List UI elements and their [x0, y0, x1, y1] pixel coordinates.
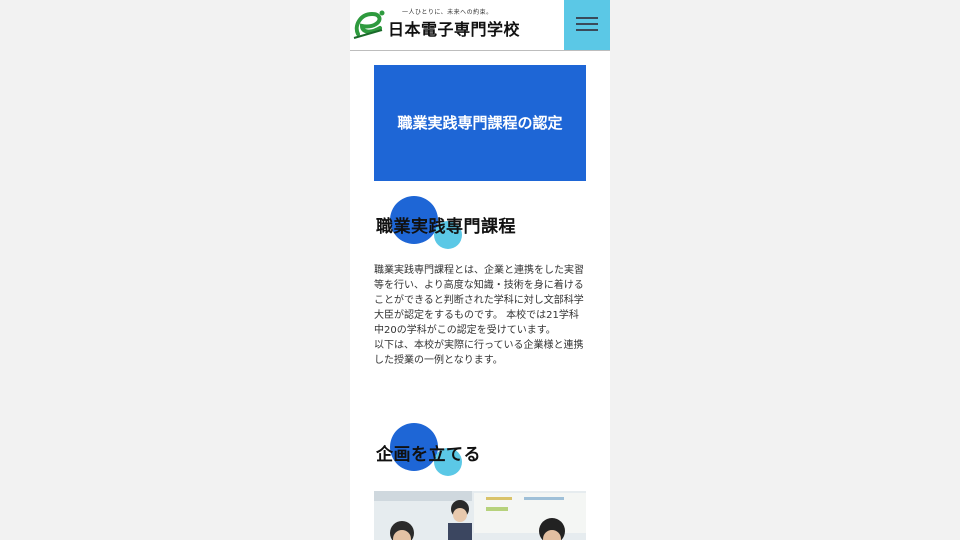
section-heading-1: 職業実践専門課程	[374, 195, 586, 249]
section-heading-2: 企画を立てる	[374, 421, 586, 476]
hero-title: 職業実践専門課程の認定	[397, 114, 563, 132]
hero-banner: 職業実践専門課程の認定	[374, 65, 586, 181]
hamburger-menu-button[interactable]	[564, 0, 610, 50]
section-body: 職業実践専門課程とは、企業と連携をした実習等を行い、より高度な知識・技術を身に着…	[374, 263, 588, 368]
classroom-photo-image	[374, 491, 586, 540]
site-logo-link[interactable]: 一人ひとりに、未来への約束。 日本電子専門学校	[350, 0, 560, 50]
hamburger-menu-icon-line	[576, 23, 598, 25]
school-name: 日本電子専門学校	[388, 20, 521, 39]
logo-tagline: 一人ひとりに、未来への約束。	[402, 9, 493, 16]
paragraph: 職業実践専門課程とは、企業と連携をした実習等を行い、より高度な知識・技術を身に着…	[374, 265, 584, 336]
site-header: 一人ひとりに、未来への約束。 日本電子専門学校	[350, 0, 610, 51]
logo-e-icon	[353, 10, 385, 39]
section-title: 職業実践専門課程	[376, 217, 516, 237]
hamburger-menu-icon-line	[576, 17, 598, 19]
classroom-photo	[374, 491, 586, 540]
mobile-page: 一人ひとりに、未来への約束。 日本電子専門学校 職業実践専門課程の認定 職業実践…	[350, 0, 610, 540]
hamburger-menu-icon-line	[576, 29, 598, 31]
paragraph: 以下は、本校が実際に行っている企業様と連携した授業の一例となります。	[374, 340, 584, 366]
section-title: 企画を立てる	[376, 445, 481, 465]
